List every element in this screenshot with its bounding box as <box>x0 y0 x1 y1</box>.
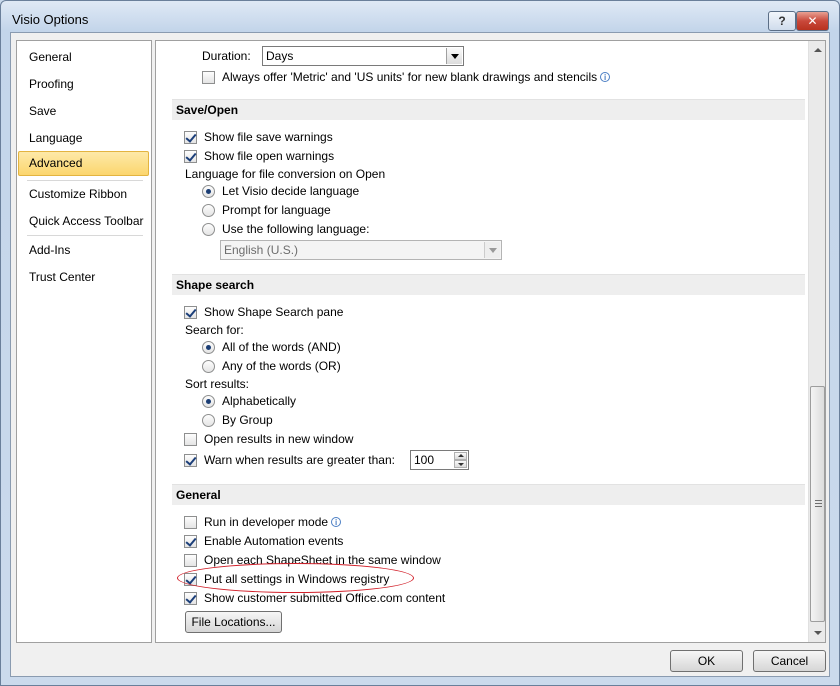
let-visio-decide-radio[interactable] <box>202 185 215 198</box>
close-button[interactable]: ✕ <box>796 11 829 31</box>
nav-item-customize-ribbon[interactable]: Customize Ribbon <box>18 182 149 207</box>
all-words-radio[interactable] <box>202 341 215 354</box>
highlight-annotation <box>177 563 414 593</box>
grip-icon <box>815 506 822 507</box>
search-for-label: Search for: <box>185 323 244 337</box>
metric-units-label: Always offer 'Metric' and 'US units' for… <box>222 70 598 84</box>
duration-select[interactable]: Days <box>262 46 464 66</box>
by-group-radio[interactable] <box>202 414 215 427</box>
automation-events-checkbox[interactable] <box>184 535 197 548</box>
scroll-up-icon[interactable] <box>810 42 825 58</box>
show-shape-search-pane-checkbox[interactable] <box>184 306 197 319</box>
alphabetically-radio[interactable] <box>202 395 215 408</box>
any-words-radio[interactable] <box>202 360 215 373</box>
nav-item-proofing[interactable]: Proofing <box>18 72 149 97</box>
help-button[interactable]: ? <box>768 11 796 31</box>
alphabetically-label: Alphabetically <box>222 394 297 408</box>
visio-options-dialog: Visio Options ? ✕ General Proofing Save … <box>0 0 840 686</box>
file-locations-button[interactable]: File Locations... <box>185 611 282 633</box>
developer-mode-label: Run in developer mode <box>204 515 329 529</box>
nav-divider <box>27 235 143 236</box>
show-open-warnings-label: Show file open warnings <box>204 149 335 163</box>
shapesheet-same-window-checkbox[interactable] <box>184 554 197 567</box>
spin-up-icon[interactable] <box>454 452 467 460</box>
sort-results-label: Sort results: <box>185 377 250 391</box>
info-icon: i <box>331 517 342 527</box>
ok-button[interactable]: OK <box>670 650 743 672</box>
file-conversion-language-label: Language for file conversion on Open <box>185 167 386 181</box>
spin-down-icon[interactable] <box>454 460 467 468</box>
chevron-down-icon[interactable] <box>446 48 462 64</box>
chevron-down-icon[interactable] <box>484 242 500 258</box>
scroll-thumb[interactable] <box>810 386 825 622</box>
use-following-language-radio[interactable] <box>202 223 215 236</box>
cancel-button[interactable]: Cancel <box>753 650 826 672</box>
section-header-general: General <box>172 484 805 505</box>
customer-content-checkbox[interactable] <box>184 592 197 605</box>
nav-item-language[interactable]: Language <box>18 126 149 151</box>
dialog-client-area: General Proofing Save Language Advanced … <box>10 32 830 677</box>
by-group-label: By Group <box>222 413 273 427</box>
warn-results-label: Warn when results are greater than: <box>204 453 395 467</box>
warn-results-value: 100 <box>414 453 435 467</box>
show-shape-search-pane-label: Show Shape Search pane <box>204 305 344 319</box>
show-open-warnings-checkbox[interactable] <box>184 150 197 163</box>
duration-value: Days <box>266 49 294 63</box>
open-results-new-window-checkbox[interactable] <box>184 433 197 446</box>
warn-results-checkbox[interactable] <box>184 454 197 467</box>
metric-units-label-wrap: Always offer 'Metric' and 'US units' for… <box>222 70 611 84</box>
nav-item-save[interactable]: Save <box>18 99 149 124</box>
duration-label: Duration: <box>202 49 251 63</box>
all-words-label: All of the words (AND) <box>222 340 341 354</box>
grip-icon <box>815 500 822 501</box>
nav-item-general[interactable]: General <box>18 45 149 70</box>
show-save-warnings-checkbox[interactable] <box>184 131 197 144</box>
prompt-language-radio[interactable] <box>202 204 215 217</box>
prompt-language-label: Prompt for language <box>222 203 331 217</box>
dialog-title: Visio Options <box>12 12 89 27</box>
nav-item-trust-center[interactable]: Trust Center <box>18 265 149 290</box>
vertical-scrollbar[interactable] <box>808 41 825 642</box>
section-header-shape-search: Shape search <box>172 274 805 295</box>
developer-mode-checkbox[interactable] <box>184 516 197 529</box>
developer-mode-label-wrap: Run in developer mode i <box>204 515 342 529</box>
customer-content-label: Show customer submitted Office.com conte… <box>204 591 446 605</box>
options-scroll-area: Duration: Days Always offer 'Metric' and… <box>156 41 807 642</box>
nav-item-add-ins[interactable]: Add-Ins <box>18 238 149 263</box>
open-results-new-window-label: Open results in new window <box>204 432 354 446</box>
options-nav: General Proofing Save Language Advanced … <box>16 40 152 643</box>
automation-events-label: Enable Automation events <box>204 534 344 548</box>
use-following-language-label: Use the following language: <box>222 222 370 236</box>
section-header-save-open: Save/Open <box>172 99 805 120</box>
any-words-label: Any of the words (OR) <box>222 359 341 373</box>
grip-icon <box>815 503 822 504</box>
options-content-panel: Duration: Days Always offer 'Metric' and… <box>155 40 826 643</box>
scroll-down-icon[interactable] <box>810 625 825 641</box>
warn-results-spinner[interactable]: 100 <box>410 450 469 470</box>
let-visio-decide-label: Let Visio decide language <box>222 184 360 198</box>
language-select[interactable]: English (U.S.) <box>220 240 502 260</box>
nav-item-advanced[interactable]: Advanced <box>18 151 149 176</box>
nav-divider <box>27 180 143 181</box>
language-value: English (U.S.) <box>224 243 299 257</box>
metric-units-checkbox[interactable] <box>202 71 215 84</box>
nav-item-quick-access-toolbar[interactable]: Quick Access Toolbar <box>18 209 149 234</box>
show-save-warnings-label: Show file save warnings <box>204 130 333 144</box>
info-icon: i <box>600 72 611 82</box>
